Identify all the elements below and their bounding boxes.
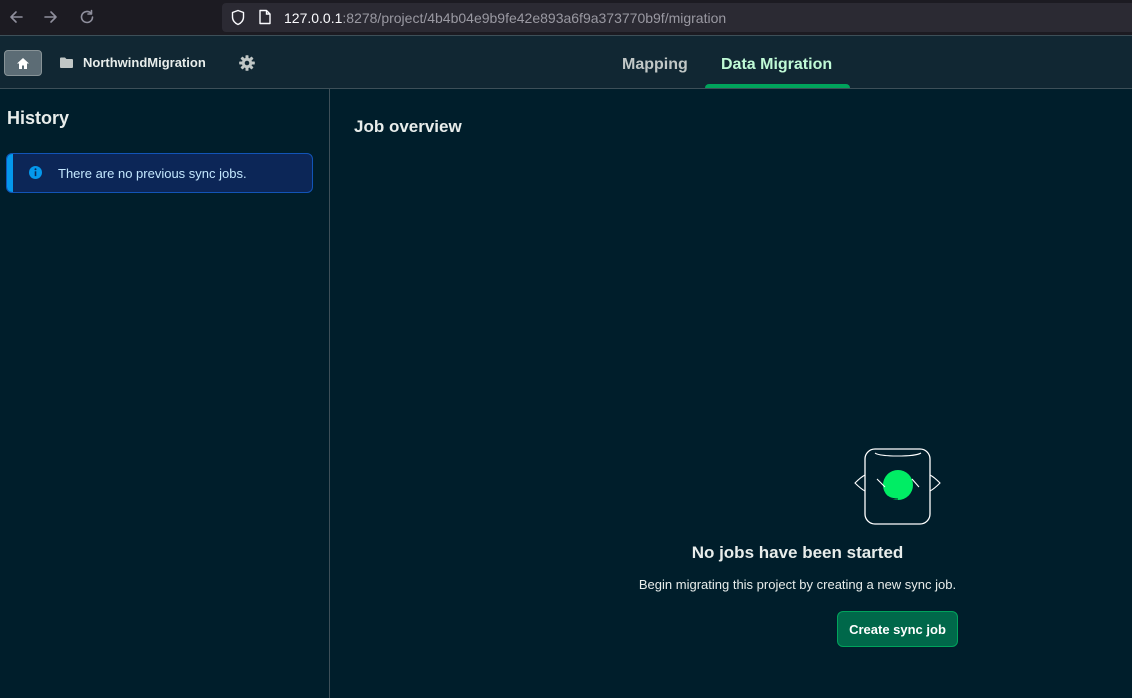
empty-state-title: No jobs have been started [691,543,904,562]
tab-mapping[interactable]: Mapping [622,56,688,74]
info-message: There are no previous sync jobs. [58,166,247,181]
history-sidebar: History There are no previous sync jobs. [0,89,330,698]
create-sync-job-button[interactable]: Create sync job [837,611,958,647]
info-icon [29,166,42,179]
page-title: Job overview [354,117,462,136]
arrow-left-icon [10,11,23,23]
empty-state-illustration [854,448,941,525]
url-text: 127.0.0.1:8278/project/4b4b04e9b9fe42e89… [284,10,726,26]
gear-icon[interactable] [238,54,256,72]
info-banner: There are no previous sync jobs. [6,153,313,193]
arrow-right-icon [44,11,57,23]
address-bar[interactable]: 127.0.0.1:8278/project/4b4b04e9b9fe42e89… [222,3,1132,32]
reload-button[interactable] [75,5,99,29]
browser-toolbar: 127.0.0.1:8278/project/4b4b04e9b9fe42e89… [0,0,1132,35]
reload-icon [80,9,94,24]
main-content: Job overview [331,89,1132,698]
forward-button[interactable] [39,5,63,29]
app-header: NorthwindMigration Mapping Data Migratio… [0,35,1132,89]
sidebar-title: History [7,108,70,128]
folder-icon [60,57,73,68]
active-tab-indicator [705,84,850,88]
empty-state-description: Begin migrating this project by creating… [638,577,957,592]
url-path: :8278/project/4b4b04e9b9fe42e893a6f9a373… [342,10,727,26]
project-name: NorthwindMigration [83,55,206,70]
tab-data-migration[interactable]: Data Migration [721,56,832,74]
page-icon[interactable] [258,9,272,25]
back-button[interactable] [4,5,28,29]
shield-icon[interactable] [230,9,246,26]
home-button[interactable] [4,50,42,76]
url-host: 127.0.0.1 [284,10,343,26]
home-icon [17,57,29,69]
